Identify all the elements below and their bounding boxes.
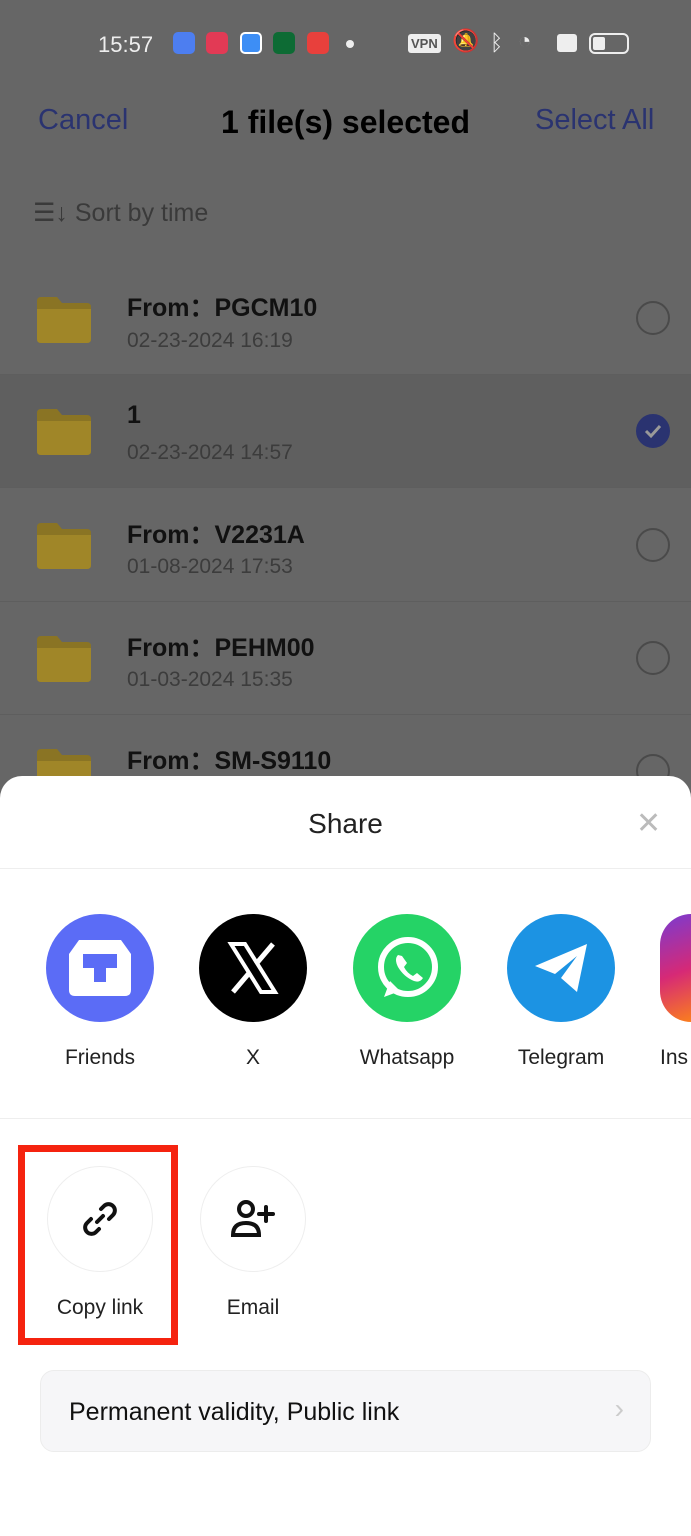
close-icon[interactable]: ✕: [636, 806, 661, 841]
select-checkbox[interactable]: [636, 414, 670, 448]
link-settings-label: Permanent validity, Public link: [69, 1398, 400, 1426]
file-name: From：PGCM10: [127, 294, 318, 322]
folder-icon: [37, 523, 91, 569]
add-person-icon: [200, 1166, 306, 1272]
folder-icon: [37, 296, 91, 343]
share-title: Share: [308, 808, 383, 839]
share-app-x[interactable]: X: [183, 914, 323, 1070]
sort-label: Sort by time: [74, 199, 209, 227]
file-date: 01-08-2024 17:53: [127, 555, 293, 578]
instagram-icon: [660, 914, 691, 1022]
status-bar: 15:57 VPN 🔕 ᛒ ◔: [0, 28, 691, 60]
mail-notification-icon: [173, 32, 195, 54]
whatsapp-icon: [353, 914, 461, 1022]
file-name: 1: [127, 401, 141, 429]
app-label: X: [245, 1046, 260, 1069]
email-button[interactable]: Email: [183, 1166, 323, 1320]
app-notification-icon: [240, 32, 262, 54]
app-label: Telegram: [517, 1046, 605, 1069]
share-app-friends[interactable]: Friends: [30, 914, 170, 1070]
sort-button[interactable]: ☰↓ Sort by time: [33, 198, 208, 228]
app-label: Friends: [64, 1046, 136, 1069]
file-row[interactable]: 1 02-23-2024 14:57: [0, 375, 691, 488]
select-checkbox[interactable]: [636, 528, 670, 562]
file-name: From：PEHM00: [127, 634, 315, 662]
bluetooth-icon: ᛒ: [490, 30, 504, 55]
wifi-icon: ◔: [518, 28, 532, 53]
divider: [0, 868, 691, 869]
file-date: 02-23-2024 16:19: [127, 329, 293, 352]
battery-icon: [589, 33, 629, 54]
file-row[interactable]: From：PGCM10 02-23-2024 16:19: [0, 245, 691, 375]
app-label: Whatsapp: [359, 1046, 455, 1069]
file-name: From：SM-S9110: [127, 747, 332, 775]
folder-icon: [37, 636, 91, 682]
chevron-right-icon: ›: [614, 1393, 624, 1424]
status-time: 15:57: [98, 32, 154, 57]
app-label: Ins: [660, 1046, 689, 1069]
file-date: 01-03-2024 15:35: [127, 668, 293, 691]
file-name: From：V2231A: [127, 521, 305, 549]
oppo-notification-icon: [273, 32, 295, 54]
telegram-icon: [507, 914, 615, 1022]
vpn-icon: VPN: [408, 34, 441, 53]
video-notification-icon: [206, 32, 228, 54]
friends-icon: [46, 914, 154, 1022]
divider: [0, 1118, 691, 1119]
file-row[interactable]: From：PEHM00 01-03-2024 15:35: [0, 602, 691, 715]
mute-icon: 🔕: [452, 28, 480, 53]
share-app-instagram[interactable]: Ins: [660, 914, 691, 1070]
x-icon: [199, 914, 307, 1022]
sort-icon: ☰↓: [33, 199, 68, 227]
file-row[interactable]: From：V2231A 01-08-2024 17:53: [0, 489, 691, 602]
share-app-whatsapp[interactable]: Whatsapp: [337, 914, 477, 1070]
select-checkbox[interactable]: [636, 300, 670, 335]
file-date: 02-23-2024 14:57: [127, 441, 293, 464]
select-checkbox[interactable]: [636, 641, 670, 675]
link-settings-button[interactable]: Permanent validity, Public link ›: [40, 1370, 651, 1452]
highlight-box: [18, 1145, 178, 1345]
share-app-telegram[interactable]: Telegram: [491, 914, 631, 1070]
more-notifications-icon: [346, 40, 354, 48]
folder-icon: [37, 409, 91, 455]
sim-icon: [557, 34, 577, 52]
music-notification-icon: [307, 32, 329, 54]
action-label: Email: [226, 1296, 280, 1319]
select-all-button[interactable]: Select All: [535, 104, 654, 137]
